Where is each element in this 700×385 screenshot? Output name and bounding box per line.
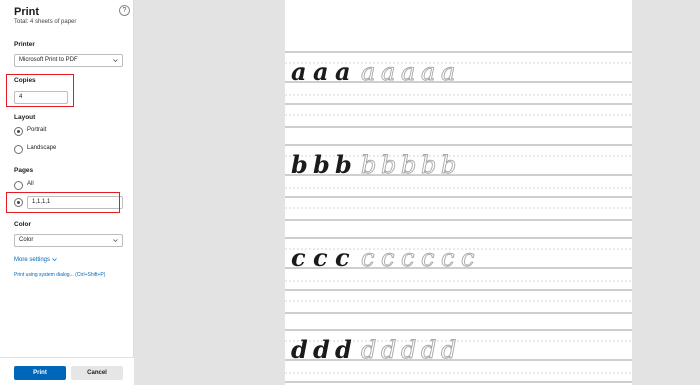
traced-letter: d [335,335,352,364]
ghost-letter: a [421,58,435,86]
ghost-letter: b [361,151,376,179]
ghost-letter: d [361,336,376,364]
ghost-letter: c [441,244,454,272]
more-settings-label: More settings [14,257,51,264]
ghost-letter: b [441,151,456,179]
traced-letter: d [313,335,330,364]
ghost-letter: a [401,58,415,86]
sheet-count: Total: 4 sheets of paper [14,19,77,25]
print-settings-panel: Print Total: 4 sheets of paper ? Printer… [0,0,134,385]
traced-letter: a [291,57,307,86]
ghost-letter: a [381,58,395,86]
pages-label: Pages [14,167,34,174]
printer-value: Microsoft Print to PDF [19,57,78,63]
traced-letter: a [313,57,329,86]
ghost-letter: d [401,336,416,364]
cancel-button[interactable]: Cancel [71,366,123,380]
preview-page: aaaaaaaabbbbbbbbcccccccccdddddddd [285,0,632,385]
dialog-footer: Print Cancel [0,357,134,385]
portrait-label: Portrait [27,127,47,133]
printer-label: Printer [14,41,35,48]
chevron-down-icon [51,258,57,261]
traced-letter: c [291,243,306,272]
lettering-practice-sheet: a a a a a a a ab b b b b b b bc c c c c c c c cd d d d d d d d [285,51,632,383]
color-select[interactable]: Color [14,234,123,247]
traced-letter: b [291,150,308,179]
dialog-title: Print [14,6,40,18]
ghost-letter: c [401,244,414,272]
color-value: Color [19,237,34,243]
ghost-letter: b [421,151,436,179]
ghost-letter: a [361,58,375,86]
layout-label: Layout [14,114,36,121]
ghost-letter: c [361,244,374,272]
ghost-letter: c [461,244,474,272]
pages-all-label: All [27,181,34,187]
ghost-letter: d [441,336,456,364]
pages-highlight [6,192,120,213]
traced-letter: d [291,335,308,364]
more-settings-link[interactable]: More settings [14,257,57,263]
landscape-radio[interactable] [14,145,23,154]
ghost-letter: b [401,151,416,179]
ghost-letter: d [381,336,396,364]
traced-letter: b [335,150,352,179]
help-icon[interactable]: ? [119,5,130,16]
traced-letter: a [335,57,351,86]
chevron-down-icon [113,239,118,242]
traced-letter: c [313,243,328,272]
ghost-letter: b [381,151,396,179]
printer-select[interactable]: Microsoft Print to PDF [14,54,123,67]
ghost-letter: a [441,58,455,86]
ghost-letter: c [381,244,394,272]
color-label: Color [14,221,31,228]
print-button[interactable]: Print [14,366,66,380]
landscape-label: Landscape [27,145,57,151]
traced-letter: b [313,150,330,179]
portrait-radio[interactable] [14,127,23,136]
ghost-letter: d [421,336,436,364]
copies-highlight [6,74,74,107]
pages-all-radio[interactable] [14,181,23,190]
chevron-down-icon [113,59,118,62]
system-dialog-link[interactable]: Print using system dialog... (Ctrl+Shift… [14,272,105,278]
traced-letter: c [335,243,350,272]
ghost-letter: c [421,244,434,272]
